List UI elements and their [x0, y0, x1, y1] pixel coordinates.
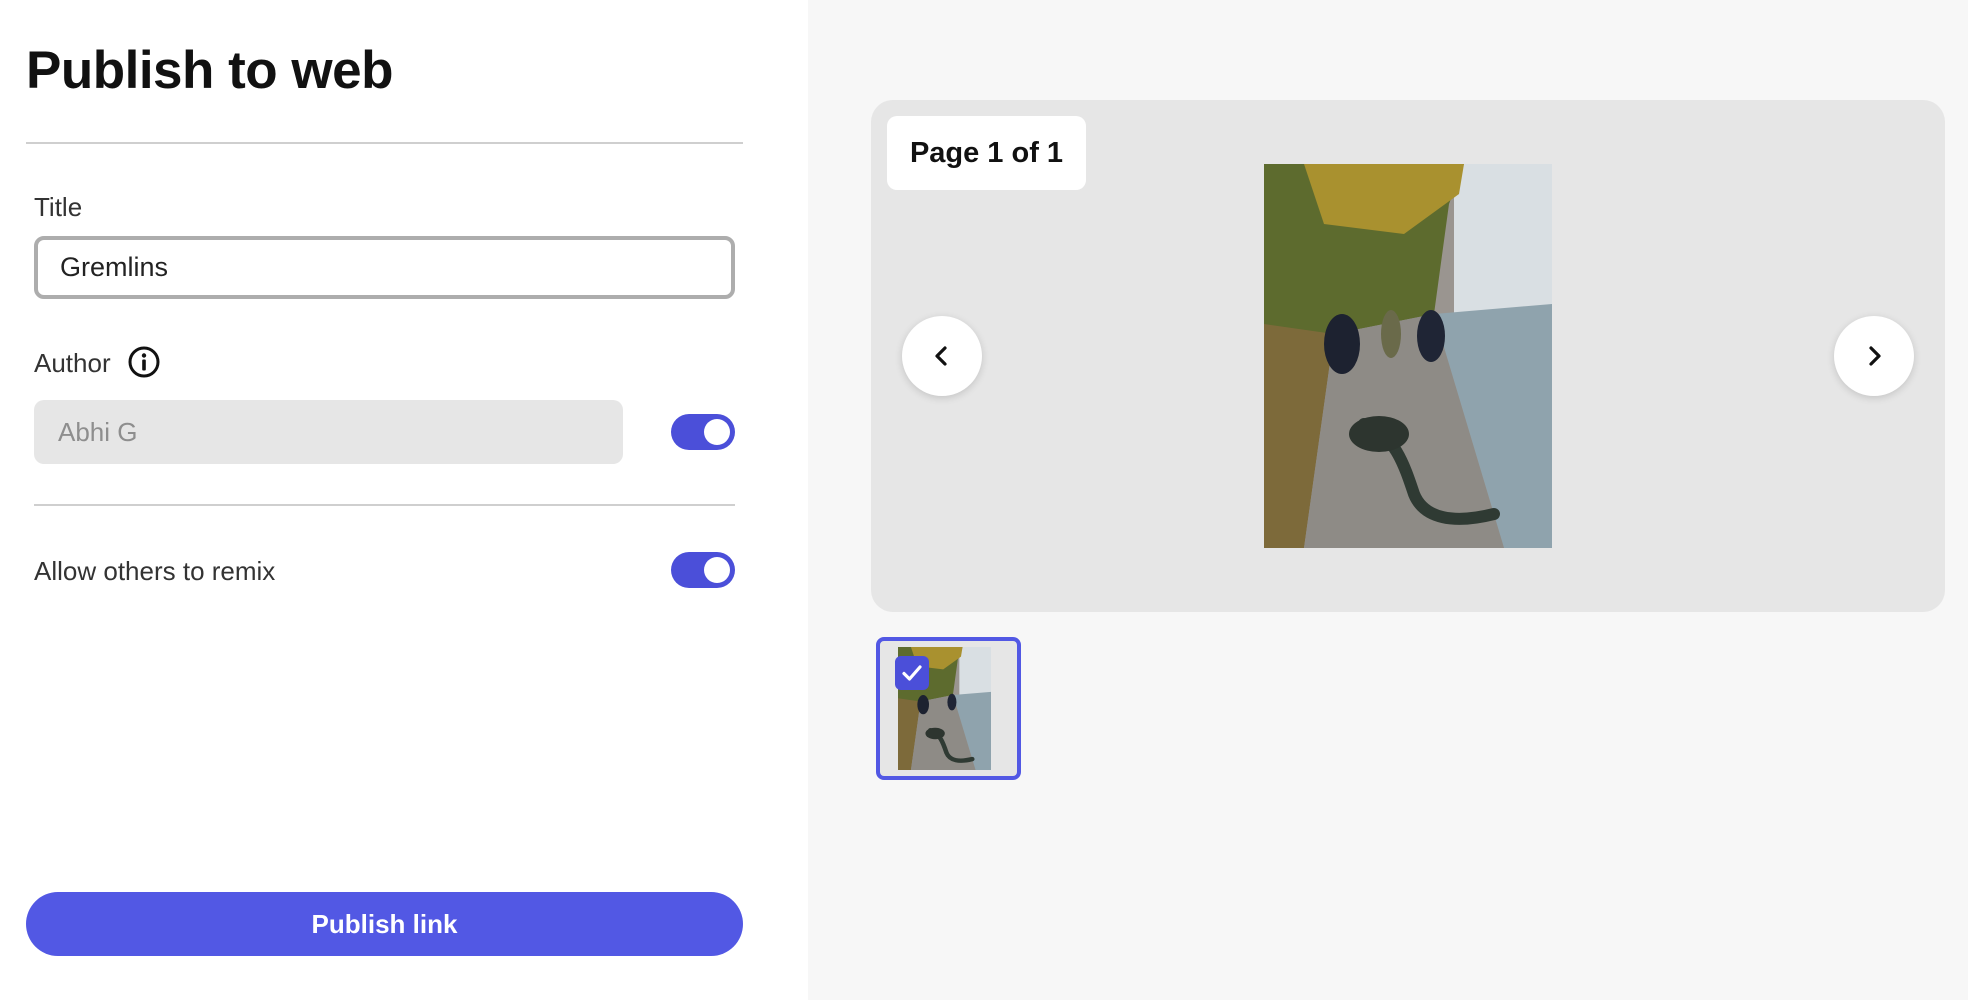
publish-panel: Publish to web Title Author Allow others… [0, 0, 808, 1000]
divider [34, 504, 735, 506]
preview-image [1264, 164, 1552, 548]
info-icon[interactable] [127, 345, 161, 379]
next-page-button[interactable] [1834, 316, 1914, 396]
page-thumbnail[interactable] [876, 637, 1021, 780]
author-input[interactable] [34, 400, 623, 464]
preview-card: Page 1 of 1 [871, 100, 1945, 612]
preview-panel: Page 1 of 1 [808, 0, 1968, 1000]
divider [26, 142, 743, 144]
chevron-left-icon [935, 346, 947, 366]
chevron-right-icon [1869, 346, 1881, 366]
title-input[interactable] [34, 236, 735, 299]
page-indicator: Page 1 of 1 [887, 116, 1086, 190]
checkmark-icon [902, 665, 922, 681]
title-label: Title [34, 192, 83, 222]
previous-page-button[interactable] [902, 316, 982, 396]
remix-label: Allow others to remix [34, 556, 276, 586]
publish-link-button[interactable]: Publish link [26, 892, 743, 956]
page-title: Publish to web [26, 41, 393, 100]
author-visibility-toggle[interactable] [671, 414, 735, 450]
toggle-knob [704, 557, 730, 583]
allow-remix-toggle[interactable] [671, 552, 735, 588]
toggle-knob [704, 419, 730, 445]
thumbnail-checkbox[interactable] [895, 656, 929, 690]
author-label: Author [34, 348, 111, 378]
